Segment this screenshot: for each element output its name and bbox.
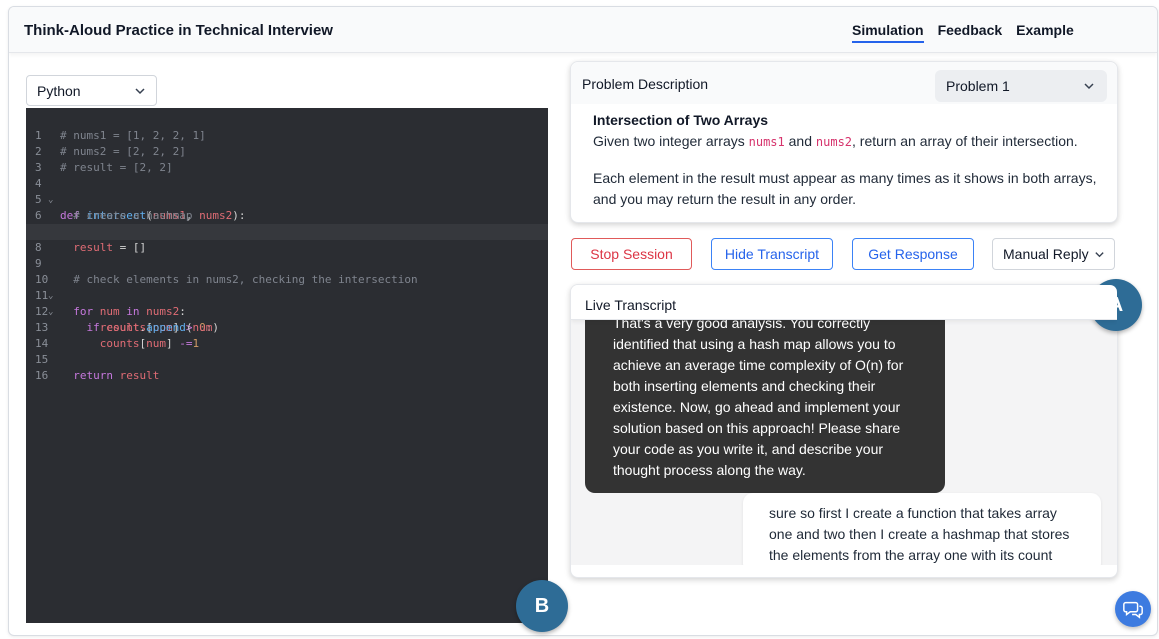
transcript-header: Live Transcript: [571, 285, 1117, 320]
problem-select[interactable]: Problem 1: [935, 70, 1107, 102]
problem-note: Each element in the result must appear a…: [593, 170, 1097, 207]
chat-button[interactable]: [1115, 591, 1151, 627]
code-line: 1 # nums1 = [1, 2, 2, 1]: [35, 129, 206, 142]
code-line: 13 result.append(num): [35, 321, 219, 334]
code-line: 9: [35, 257, 42, 270]
language-select-value: Python: [37, 83, 81, 99]
problem-statement: Given two integer arrays nums1 and nums2…: [593, 133, 1078, 149]
problem-title: Intersection of Two Arrays: [593, 112, 769, 128]
manual-reply-select[interactable]: Manual Reply: [992, 238, 1115, 270]
code-token: nums1: [748, 135, 785, 149]
problem-card-header: Problem Description Problem 1: [571, 62, 1117, 104]
tab-example[interactable]: Example: [1016, 22, 1074, 43]
app-header: Think-Aloud Practice in Technical Interv…: [9, 7, 1157, 53]
language-select[interactable]: Python: [26, 75, 157, 106]
code-line: 7 counts = Counter(nums1): [26, 208, 226, 238]
tab-simulation[interactable]: Simulation: [852, 22, 924, 43]
code-line: 10 # check elements in nums2, checking t…: [35, 273, 418, 286]
chevron-down-icon: [1095, 252, 1104, 258]
problem-card-title: Problem Description: [582, 76, 709, 92]
interviewer-message-partial: That's a very good analysis. You correct…: [613, 320, 871, 331]
chat-bubbles-icon: [1123, 601, 1143, 619]
code-editor[interactable]: 1 # nums1 = [1, 2, 2, 1] 2 # nums2 = [2, 2…: [26, 108, 548, 623]
live-transcript-card: Live Transcript That's a very good analy…: [570, 284, 1118, 578]
chevron-down-icon: [135, 88, 145, 95]
code-line: 12 ⌄ if counts[num] > 0:: [35, 305, 213, 334]
code-line: 4: [35, 177, 42, 190]
code-line: 15: [35, 353, 49, 366]
main-nav: Simulation Feedback Example: [852, 22, 1074, 43]
code-line: 6 # create a hashmap: [35, 209, 193, 222]
code-line: 11 ⌄ for num in nums2:: [35, 289, 186, 318]
code-line: 16 return result: [35, 369, 160, 382]
interviewer-message-text: identified that using a hash map allows …: [613, 336, 904, 478]
code-line: 14 counts[num] -=1: [35, 337, 200, 350]
code-line-active: 8 result = []: [26, 224, 548, 254]
problem-select-value: Problem 1: [946, 78, 1010, 94]
annotation-badge-b: B: [516, 580, 568, 632]
app-title: Think-Aloud Practice in Technical Interv…: [24, 22, 333, 39]
problem-description-card: Problem Description Problem 1 Intersecti…: [570, 61, 1118, 223]
code-line: 2 # nums2 = [2, 2, 2]: [35, 145, 186, 158]
code-line: 3 # result = [2, 2]: [35, 161, 173, 174]
code-line: 5 ⌄ def intersect(nums1, nums2):: [35, 193, 246, 222]
chevron-down-icon: [1084, 83, 1094, 90]
transcript-title: Live Transcript: [585, 297, 677, 313]
manual-reply-label: Manual Reply: [1003, 246, 1089, 262]
code-token: nums2: [815, 135, 853, 149]
tab-feedback[interactable]: Feedback: [938, 22, 1003, 43]
interviewer-message: That's a very good analysis. You correct…: [585, 320, 945, 493]
stop-session-button[interactable]: Stop Session: [571, 238, 692, 270]
app-window: Think-Aloud Practice in Technical Interv…: [8, 6, 1158, 636]
hide-transcript-button[interactable]: Hide Transcript: [711, 238, 833, 270]
get-response-button[interactable]: Get Response: [852, 238, 974, 270]
user-message: sure so first I create a function that t…: [743, 493, 1101, 565]
transcript-scroll-area[interactable]: That's a very good analysis. You correct…: [571, 320, 1117, 565]
